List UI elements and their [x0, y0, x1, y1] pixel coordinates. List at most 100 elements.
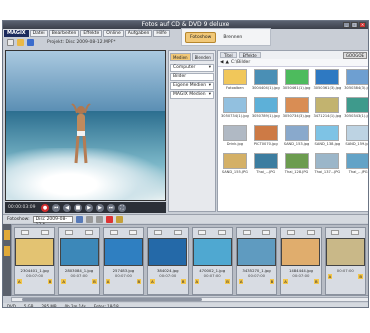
clip-badge-b[interactable]: B	[225, 279, 230, 284]
open-folder-icon[interactable]	[17, 38, 24, 46]
clip-badge-b[interactable]: B	[136, 279, 142, 284]
clip-transition-icon[interactable]	[262, 229, 271, 235]
file-thumbnail[interactable]: 3471214(1).jpg	[313, 97, 341, 123]
menu-bearbeiten[interactable]: Bearbeiten	[48, 29, 80, 37]
file-thumbnail[interactable]: Drink.jpg	[221, 125, 249, 151]
file-thumbnail[interactable]: Fotoalben	[221, 69, 249, 95]
clip-badge-b[interactable]: B	[358, 274, 363, 279]
clip-badge-a[interactable]: A	[17, 279, 22, 284]
path-text[interactable]: C:\Bilder	[231, 60, 250, 65]
clip-effect-icon[interactable]	[65, 229, 74, 235]
tab-titel[interactable]: Titel	[220, 52, 237, 58]
clip-effect-icon[interactable]	[109, 229, 118, 235]
clip-effect-icon[interactable]	[198, 229, 207, 235]
file-thumbnail[interactable]: 3050461(1).jpg	[283, 69, 310, 95]
back-icon[interactable]: ◀	[220, 60, 223, 65]
tab-blenden[interactable]: Blenden	[191, 53, 214, 61]
clip-badge-a[interactable]: A	[150, 279, 155, 284]
storyboard-clip[interactable]: 3435270_1.jpg 00:07:00 A B	[235, 227, 278, 295]
clip-badge-b[interactable]: B	[47, 279, 53, 284]
file-thumbnail[interactable]: 3050734(1).jpg	[221, 97, 249, 123]
clip-effect-icon[interactable]	[287, 229, 296, 235]
file-thumbnail[interactable]: 3050384(3).jpg	[344, 69, 368, 95]
up-folder-icon[interactable]: ▲	[225, 60, 228, 65]
menu-online[interactable]: Online	[103, 29, 124, 37]
storyboard-clip[interactable]: 257483.jpg 00:07:00 A B	[102, 227, 145, 295]
file-thumbnail[interactable]: 3050789(1).jpg	[252, 97, 280, 123]
clip-transition-icon[interactable]	[129, 229, 138, 235]
clip-badge-b[interactable]: B	[92, 279, 97, 284]
play-button[interactable]: ▶	[85, 203, 93, 212]
go-to-start-button[interactable]: ⏮	[52, 203, 60, 212]
cut-icon[interactable]	[115, 215, 123, 223]
storyboard-clip[interactable]: 00:07:00 A B	[324, 227, 366, 295]
file-thumbnail[interactable]: Thai_128.JPG	[283, 153, 311, 179]
save-icon[interactable]	[27, 38, 34, 46]
minimize-button[interactable]: _	[343, 22, 350, 28]
close-button[interactable]: ×	[359, 22, 366, 28]
file-thumbnail[interactable]: Thai_...JPG	[252, 153, 280, 179]
clip-transition-icon[interactable]	[306, 229, 315, 235]
menu-datei[interactable]: Datei	[29, 29, 48, 37]
file-thumbnail[interactable]: 3004404(1).jpg	[252, 69, 280, 95]
undo-icon[interactable]	[85, 215, 93, 223]
timeline-mode-tab[interactable]	[4, 246, 10, 256]
browser-close-button[interactable]: GOOGOE	[342, 51, 367, 59]
clip-effect-icon[interactable]	[242, 229, 251, 235]
clip-badge-a[interactable]: A	[105, 279, 111, 284]
side-item-magix-medien[interactable]: MAGIX Medien	[170, 91, 214, 99]
clip-transition-icon[interactable]	[84, 229, 93, 235]
tab-effekte[interactable]: Effekte	[238, 52, 261, 58]
clip-effect-icon[interactable]	[20, 229, 29, 235]
storyboard-clip[interactable]: 470002_1.jpg 00:07:00 A B	[191, 227, 233, 295]
rewind-button[interactable]: ◀	[63, 203, 71, 212]
file-thumbnail[interactable]: 3050343(1).jpg	[344, 97, 368, 123]
disc-select[interactable]: Disc 2009-08-12 *	[32, 215, 73, 228]
file-thumbnail[interactable]: 3050361(3).jpg	[313, 69, 341, 95]
forward-button[interactable]: ▶	[96, 203, 104, 212]
new-file-icon[interactable]	[7, 38, 14, 46]
storyboard-clip[interactable]: 1484444.jpg 00:07:00 A B	[280, 227, 322, 295]
storyboard-scrollbar[interactable]	[11, 297, 368, 302]
file-thumbnail[interactable]: SAND_155.JPG	[221, 153, 249, 179]
tab-medien[interactable]: Medien	[170, 53, 191, 61]
clip-transition-icon[interactable]	[351, 229, 360, 235]
file-thumbnail[interactable]: SAND_138.jpg	[313, 125, 341, 151]
clip-badge-b[interactable]: B	[269, 279, 275, 284]
tab-fotoshow[interactable]: Fotoshow	[185, 31, 217, 43]
side-item-computer[interactable]: Computer	[170, 64, 214, 72]
storyboard-clip[interactable]: 384024.jpg 00:07:00 A B	[147, 227, 189, 295]
clip-badge-a[interactable]: A	[327, 274, 333, 279]
delete-icon[interactable]	[105, 215, 113, 223]
maximize-button[interactable]: □	[351, 22, 358, 28]
menu-aufgaben[interactable]: Aufgaben	[124, 29, 153, 37]
storyboard-clip[interactable]: 2803084_1.jpg 00:07:00 A B	[58, 227, 100, 295]
stop-button[interactable]: ■	[74, 203, 82, 212]
go-to-end-button[interactable]: ⏭	[107, 203, 115, 212]
edit-icon[interactable]	[75, 215, 83, 223]
clip-effect-icon[interactable]	[331, 229, 340, 235]
clip-transition-icon[interactable]	[218, 229, 227, 235]
file-thumbnail[interactable]: Thai_137...JPG	[313, 153, 341, 179]
clip-badge-b[interactable]: B	[314, 279, 319, 284]
storyboard-mode-tab[interactable]	[4, 230, 10, 240]
file-thumbnail[interactable]: Thai_...JPG	[344, 153, 368, 179]
file-thumbnail[interactable]: PICT0070.jpg	[252, 125, 280, 151]
fullscreen-button[interactable]: ⛶	[118, 203, 126, 212]
storyboard-clip[interactable]: 2304401_1.jpg 00:07:00 A B	[14, 227, 56, 295]
scrollbar-thumb[interactable]	[22, 298, 202, 301]
clip-badge-a[interactable]: A	[61, 279, 66, 284]
clip-transition-icon[interactable]	[40, 229, 49, 235]
clip-transition-icon[interactable]	[173, 229, 182, 235]
redo-icon[interactable]	[95, 215, 103, 223]
menu-effekte[interactable]: Effekte	[80, 29, 103, 37]
tab-brennen[interactable]: Brennen	[219, 33, 246, 42]
file-thumbnail[interactable]: 3050734(3).jpg	[283, 97, 310, 123]
side-item-bilder[interactable]: Bilder	[170, 73, 214, 81]
clip-badge-a[interactable]: A	[238, 279, 244, 284]
clip-effect-icon[interactable]	[153, 229, 162, 235]
menu-hilfe[interactable]: Hilfe	[153, 29, 170, 37]
record-button[interactable]: ●	[41, 203, 49, 212]
file-thumbnail[interactable]: SAND_153.jpg	[283, 125, 311, 151]
clip-badge-a[interactable]: A	[283, 279, 288, 284]
